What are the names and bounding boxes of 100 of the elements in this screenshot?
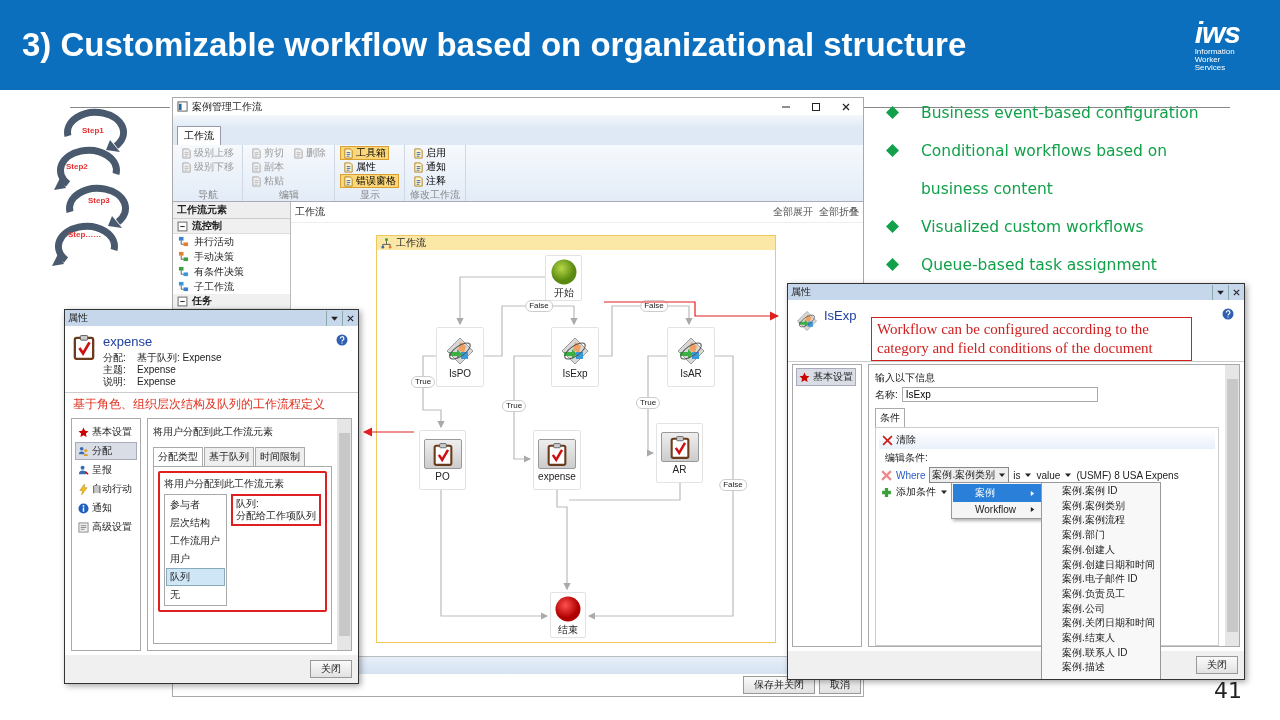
value-type-dropdown[interactable]: value bbox=[1036, 469, 1061, 481]
ribbon-group-label: 编辑 bbox=[277, 189, 300, 200]
node-label: IsPO bbox=[448, 367, 472, 379]
dropdown-caret-icon[interactable] bbox=[940, 488, 948, 496]
ribbon-button[interactable]: 错误窗格 bbox=[340, 174, 399, 188]
annotation-text: 基于角色、组织层次结构及队列的工作流程定义 bbox=[72, 397, 326, 412]
ribbon-button[interactable]: 通知 bbox=[410, 160, 449, 174]
page-number: 41 bbox=[1214, 678, 1242, 703]
expand-collapse-link[interactable]: 全部展开 bbox=[773, 205, 813, 219]
ribbon-group-label: 修改工作流 bbox=[410, 189, 460, 200]
panel-heading: 输入以下信息 bbox=[875, 371, 936, 385]
close-icon[interactable] bbox=[841, 101, 851, 112]
clipboard-icon bbox=[73, 334, 95, 360]
collapse-icon[interactable] bbox=[177, 295, 188, 307]
ribbon-button[interactable]: 注释 bbox=[410, 174, 449, 188]
tab[interactable]: 条件 bbox=[875, 408, 905, 427]
field-label: 名称: bbox=[875, 387, 898, 402]
menu-item[interactable]: 案例 bbox=[953, 484, 1041, 502]
tab[interactable]: 基于队列 bbox=[204, 447, 254, 466]
nav-item[interactable]: 分配 bbox=[75, 442, 137, 460]
people-icon bbox=[78, 445, 89, 457]
field-label: 编辑条件: bbox=[884, 451, 929, 465]
dialog-title: 属性 bbox=[68, 311, 89, 325]
nav-item[interactable]: 高级设置 bbox=[75, 518, 137, 536]
menu-item[interactable]: Workflow bbox=[953, 502, 1041, 517]
dropdown-caret-icon[interactable] bbox=[998, 471, 1007, 479]
tab[interactable]: 时间限制 bbox=[255, 447, 305, 466]
ribbon-button[interactable]: 工具箱 bbox=[340, 146, 389, 160]
nav-item[interactable]: 基本设置 bbox=[75, 423, 137, 441]
help-icon[interactable] bbox=[1222, 308, 1234, 320]
menu-item[interactable]: 案例.创建人 bbox=[1042, 542, 1160, 558]
menu-item[interactable]: 案例.结束人 bbox=[1042, 631, 1160, 646]
list-item[interactable]: 用户 bbox=[166, 550, 225, 568]
clipboard-icon bbox=[432, 441, 453, 466]
toolbox-item[interactable]: 子工作流 bbox=[173, 279, 290, 294]
diamond-icon bbox=[886, 220, 899, 233]
collapse-icon[interactable] bbox=[177, 220, 188, 232]
help-icon[interactable] bbox=[336, 334, 348, 346]
container-title: 工作流 bbox=[396, 236, 426, 250]
scrollbar[interactable] bbox=[337, 419, 351, 650]
menu-item[interactable]: 案例.案例 ID bbox=[1042, 484, 1160, 499]
close-icon[interactable] bbox=[1232, 287, 1241, 297]
menu-item[interactable]: 案例.关闭日期和时间 bbox=[1042, 616, 1160, 632]
list-item[interactable]: 参与者 bbox=[166, 496, 225, 514]
menu-item[interactable]: 案例.案例类别 bbox=[1042, 498, 1160, 514]
expand-collapse-link[interactable]: 全部折叠 bbox=[819, 205, 859, 219]
element-name: expense bbox=[103, 334, 154, 349]
close-button[interactable]: 关闭 bbox=[1196, 656, 1238, 674]
ribbon-button[interactable]: 启用 bbox=[410, 146, 449, 160]
scrollbar[interactable] bbox=[1225, 365, 1239, 646]
description-text: 队列: 分配给工作项队列 bbox=[231, 494, 321, 526]
toolbox-item[interactable]: 并行活动 bbox=[173, 234, 290, 249]
close-button[interactable]: 关闭 bbox=[310, 660, 352, 678]
dropdown-caret-icon[interactable] bbox=[1064, 471, 1073, 479]
condition-value: (USMF) 8 USA Expens bbox=[1076, 469, 1179, 481]
field-dropdown[interactable]: 案例.案例类别 bbox=[929, 467, 1010, 483]
flowchart-icon bbox=[178, 236, 189, 247]
list-item[interactable]: 队列 bbox=[166, 568, 225, 586]
menu-item[interactable]: 案例.电子邮件 ID bbox=[1042, 572, 1160, 587]
list-box[interactable]: 参与者 层次结构 工作流用户 用户 队列 无 bbox=[164, 494, 227, 606]
menu-item[interactable]: 案例.联系人 ID bbox=[1042, 645, 1160, 661]
person-icon bbox=[78, 464, 89, 476]
add-condition-button[interactable]: 添加条件 bbox=[896, 485, 936, 499]
list-item[interactable]: 层次结构 bbox=[166, 514, 225, 532]
nav-item[interactable]: 通知 bbox=[75, 499, 137, 517]
menu-item[interactable]: 案例.描述 bbox=[1042, 660, 1160, 676]
menu-item[interactable]: 案例.负责员工 bbox=[1042, 586, 1160, 602]
nav-item[interactable]: 基本设置 bbox=[796, 368, 856, 386]
plus-icon[interactable] bbox=[881, 486, 892, 498]
submenu-arrow-icon bbox=[1030, 506, 1035, 513]
page-icon bbox=[251, 147, 262, 159]
edge-label: False bbox=[719, 479, 747, 491]
dropdown-caret-icon[interactable] bbox=[1024, 471, 1033, 479]
menu-item[interactable]: 案例.部门 bbox=[1042, 528, 1160, 543]
group-label: 任务 bbox=[192, 295, 212, 307]
nav-item[interactable]: 呈报 bbox=[75, 461, 137, 479]
ribbon-tab[interactable]: 工作流 bbox=[177, 126, 221, 145]
element-name: IsExp bbox=[824, 308, 857, 325]
edge-label: True bbox=[501, 400, 527, 412]
close-icon[interactable] bbox=[346, 313, 355, 323]
field-value: Expense bbox=[137, 376, 177, 388]
list-item[interactable]: 无 bbox=[166, 586, 225, 604]
toolbox-item[interactable]: 有条件决策 bbox=[173, 264, 290, 279]
maximize-icon[interactable] bbox=[811, 101, 821, 112]
flowchart-icon bbox=[178, 266, 189, 277]
ribbon-button[interactable]: 属性 bbox=[340, 160, 379, 174]
circle-icon bbox=[550, 258, 577, 285]
page-icon bbox=[413, 161, 424, 173]
menu-item[interactable]: 案例.创建日期和时间 bbox=[1042, 557, 1160, 573]
menu-item[interactable]: 案例.公司 bbox=[1042, 601, 1160, 617]
operator-dropdown[interactable]: is bbox=[1013, 469, 1021, 481]
logo-mark: iws bbox=[1194, 18, 1240, 48]
menu-item[interactable]: 案例.案例流程 bbox=[1042, 513, 1160, 529]
nav-item[interactable]: 自动行动 bbox=[75, 480, 137, 498]
clear-button[interactable]: 清除 bbox=[879, 431, 1215, 449]
footer-button[interactable]: 保存并关闭 bbox=[743, 676, 815, 694]
tab[interactable]: 分配类型 bbox=[153, 447, 203, 466]
list-item[interactable]: 工作流用户 bbox=[166, 532, 225, 550]
name-field[interactable]: IsExp bbox=[901, 387, 1098, 402]
toolbox-item[interactable]: 手动决策 bbox=[173, 249, 290, 264]
